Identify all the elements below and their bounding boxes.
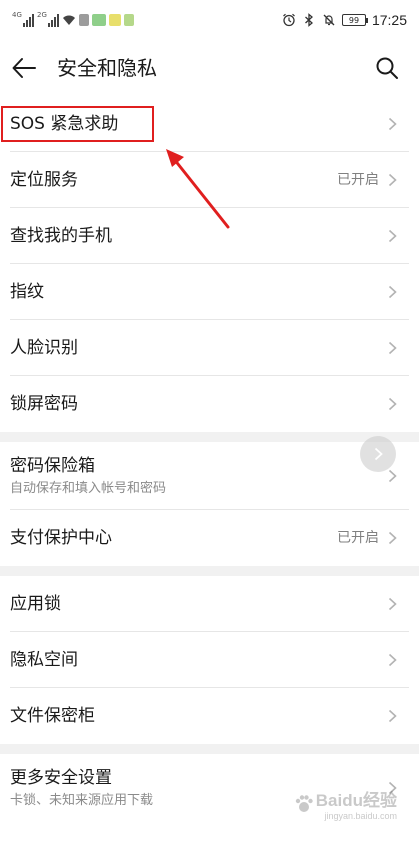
- bluetooth-icon: [305, 13, 313, 27]
- floating-nav-button[interactable]: [360, 436, 396, 472]
- search-button[interactable]: [371, 52, 403, 84]
- chevron-right-icon: [388, 285, 397, 299]
- item-label: 文件保密柜: [10, 706, 95, 726]
- mute-icon: [323, 14, 335, 26]
- page-title: 安全和隐私: [57, 56, 157, 80]
- redacted-icon: [92, 14, 106, 26]
- list-item-find-phone[interactable]: 查找我的手机: [0, 208, 419, 264]
- item-label: SOS 紧急求助: [10, 114, 119, 134]
- battery-icon: 99: [341, 14, 368, 26]
- section-divider: [0, 432, 419, 442]
- sim2-tag: 2G: [37, 11, 47, 19]
- section-divider: [0, 566, 419, 576]
- item-subtitle: 自动保存和填入帐号和密码: [10, 481, 167, 496]
- item-label: 定位服务: [10, 170, 78, 190]
- status-right: 99 17:25: [282, 10, 407, 30]
- redacted-icon: [79, 14, 89, 26]
- item-label: 锁屏密码: [10, 394, 78, 414]
- list-item-location[interactable]: 定位服务 已开启: [0, 152, 419, 208]
- sim1-tag: 4G: [12, 11, 22, 19]
- back-button[interactable]: [8, 52, 40, 84]
- list-item-app-lock[interactable]: 应用锁: [0, 576, 419, 632]
- arrow-left-icon: [12, 58, 36, 78]
- item-label: 隐私空间: [10, 650, 78, 670]
- chevron-right-icon: [388, 173, 397, 187]
- chevron-right-icon: [388, 469, 397, 483]
- chevron-right-icon: [388, 229, 397, 243]
- item-label: 应用锁: [10, 594, 61, 614]
- sim2-signal-icon: 2G: [37, 11, 59, 27]
- chevron-right-icon: [388, 397, 397, 411]
- list-item-private-space[interactable]: 隐私空间: [0, 632, 419, 688]
- section-divider: [0, 744, 419, 754]
- item-subtitle: 卡锁、未知来源应用下载: [10, 793, 154, 808]
- redacted-icon: [124, 14, 134, 26]
- item-status: 已开启: [337, 530, 379, 546]
- item-label: 指纹: [10, 282, 44, 302]
- chevron-right-icon: [388, 781, 397, 795]
- list-item-file-safe[interactable]: 文件保密柜: [0, 688, 419, 744]
- chevron-right-icon: [388, 117, 397, 131]
- item-label: 查找我的手机: [10, 226, 112, 246]
- list-item-password-vault[interactable]: 密码保险箱 自动保存和填入帐号和密码: [0, 442, 419, 510]
- settings-list: SOS 紧急求助 定位服务 已开启 查找我的手机 指纹 人脸识别 锁屏密码 密码…: [0, 96, 419, 822]
- settings-screen: 4G 2G 99 17:25 安全和隐私 SOS 紧急求助 定位服务 已开启 查…: [0, 0, 419, 841]
- alarm-icon: [283, 13, 295, 27]
- item-label: 更多安全设置: [10, 768, 112, 788]
- wifi-icon: [63, 15, 75, 25]
- chevron-right-icon: [374, 447, 383, 461]
- header-bar: 安全和隐私: [0, 40, 419, 96]
- item-label: 支付保护中心: [10, 528, 112, 548]
- status-left: 4G 2G: [12, 11, 134, 29]
- list-item-more-security[interactable]: 更多安全设置 卡锁、未知来源应用下载: [0, 754, 419, 822]
- item-label: 人脸识别: [10, 338, 78, 358]
- chevron-right-icon: [388, 341, 397, 355]
- sim1-signal-icon: 4G: [12, 11, 34, 27]
- list-item-sos[interactable]: SOS 紧急求助: [0, 96, 419, 152]
- list-item-lock-password[interactable]: 锁屏密码: [0, 376, 419, 432]
- status-bar: 4G 2G 99 17:25: [0, 0, 419, 40]
- search-icon: [376, 57, 398, 79]
- chevron-right-icon: [388, 653, 397, 667]
- redacted-icon: [109, 14, 121, 26]
- list-item-fingerprint[interactable]: 指纹: [0, 264, 419, 320]
- item-status: 已开启: [337, 172, 379, 188]
- list-item-payment-protection[interactable]: 支付保护中心 已开启: [0, 510, 419, 566]
- item-label: 密码保险箱: [10, 456, 95, 476]
- chevron-right-icon: [388, 531, 397, 545]
- list-item-face-recognition[interactable]: 人脸识别: [0, 320, 419, 376]
- chevron-right-icon: [388, 597, 397, 611]
- chevron-right-icon: [388, 709, 397, 723]
- status-time: 17:25: [371, 12, 407, 28]
